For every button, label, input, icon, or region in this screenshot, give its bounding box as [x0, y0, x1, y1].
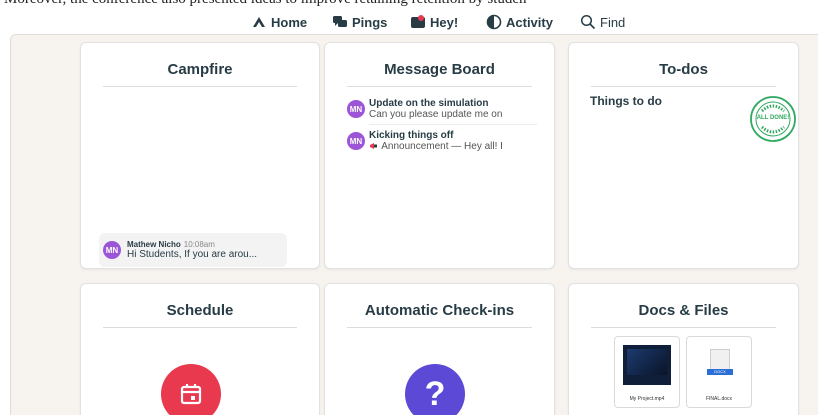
activity-icon [486, 14, 502, 30]
video-thumbnail [623, 345, 671, 385]
file-name: FINAL.docx [705, 396, 733, 402]
card-divider [103, 327, 297, 328]
schedule-title: Schedule [166, 302, 234, 319]
search-icon [580, 14, 596, 30]
hey-icon [411, 15, 425, 28]
file-type-badge: DOCX [707, 369, 733, 375]
todos-title: To-dos [659, 61, 708, 78]
pings-icon [333, 16, 347, 27]
card-divider [591, 86, 776, 87]
card-divider [347, 86, 532, 87]
avatar: MN [347, 132, 365, 150]
todo-list-name[interactable]: Things to do [590, 94, 662, 108]
file-name: My Project.mp4 [629, 396, 665, 402]
nav-hey-label: Hey! [430, 14, 459, 30]
checkins-title: Automatic Check-ins [364, 302, 515, 319]
message-board-item[interactable]: MN Update on the simulation Can you plea… [347, 95, 537, 123]
file-tile[interactable]: My Project.mp4 [614, 336, 680, 408]
stamp-text: ALL DONE! [756, 115, 790, 121]
card-divider [347, 327, 532, 328]
avatar: MN [347, 100, 365, 118]
message-author: Mathew Nicho 10:08am [127, 240, 257, 249]
avatar: MN [103, 241, 121, 259]
docs-files-card[interactable]: Docs & Files My Project.mp4 DOCX FINAL.d… [568, 283, 799, 415]
message-author-name: Mathew Nicho [127, 240, 181, 249]
message-time: 10:08am [183, 240, 215, 249]
message-excerpt-text: Announcement — Hey all! I [381, 141, 503, 152]
nav-pings-label: Pings [352, 14, 388, 30]
file-tile[interactable]: DOCX FINAL.docx [686, 336, 752, 408]
message-board-title: Message Board [384, 61, 495, 78]
message-text: Hi Students, If you are arou... [127, 249, 258, 260]
schedule-card[interactable]: Schedule [80, 283, 320, 415]
question-icon: ? [405, 364, 465, 415]
nav-activity-label: Activity [506, 14, 553, 30]
question-glyph: ? [424, 374, 446, 413]
checkins-card[interactable]: Automatic Check-ins ? [324, 283, 555, 415]
document-text-fragment: Moreover, the conference also presented … [0, 0, 818, 8]
all-done-stamp: ALL DONE! [749, 95, 797, 143]
document-text: Moreover, the conference also presented … [4, 0, 527, 8]
nav-hey[interactable]: Hey! [410, 12, 458, 32]
message-title: Update on the simulation [369, 98, 489, 109]
message-board-item[interactable]: MN Kicking things off Announcement — Hey… [347, 127, 537, 155]
megaphone-icon [370, 143, 377, 149]
project-dashboard: Campfire MN Mathew Nicho 10:08am Hi Stude… [10, 34, 818, 415]
message-title: Kicking things off [369, 130, 454, 141]
card-divider [103, 86, 297, 87]
docs-files-title: Docs & Files [638, 302, 729, 319]
nav-home-label: Home [271, 14, 308, 30]
nav-pings[interactable]: Pings [332, 12, 387, 32]
campfire-title: Campfire [167, 61, 233, 78]
nav-home[interactable]: Home [251, 12, 307, 32]
campfire-card[interactable]: Campfire MN Mathew Nicho 10:08am Hi Stude… [80, 42, 320, 269]
todos-card[interactable]: To-dos Things to do ALL DONE! [568, 42, 799, 269]
message-excerpt: Can you please update me on [369, 109, 503, 120]
top-navigation: Home Pings Hey! Activity Find [0, 8, 818, 34]
calendar-icon [161, 364, 221, 415]
campfire-latest-message[interactable]: MN Mathew Nicho 10:08am Hi Students, If y… [99, 233, 287, 267]
list-divider [369, 124, 537, 125]
nav-find[interactable]: Find [580, 12, 625, 32]
message-board-card[interactable]: Message Board MN Update on the simulatio… [324, 42, 555, 269]
message-excerpt: Announcement — Hey all! I [369, 141, 539, 152]
nav-find-label: Find [600, 14, 626, 30]
home-icon [253, 17, 265, 27]
nav-activity[interactable]: Activity [486, 12, 553, 32]
card-divider [591, 327, 776, 328]
